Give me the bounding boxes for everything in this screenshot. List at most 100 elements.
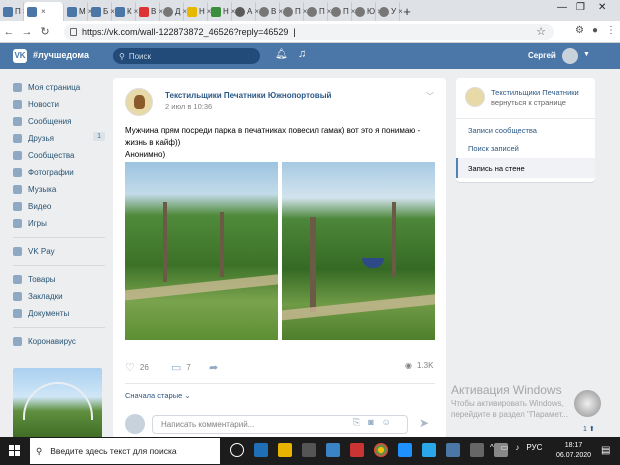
browser-tab[interactable]: А × [232,2,259,21]
app-icon[interactable] [398,443,412,457]
group-avatar[interactable] [465,87,485,107]
sidebar-item[interactable]: Моя страница [13,79,105,96]
telegram-icon[interactable] [422,443,436,457]
group-name-link[interactable]: Текстильщики Печатники [491,88,591,98]
windows-start-icon[interactable] [9,445,21,457]
browser-tab[interactable]: П× [0,2,27,21]
notifications-icon[interactable]: ▤ [601,445,610,456]
vk-icon[interactable] [446,443,460,457]
user-name[interactable]: Сергей [528,51,556,60]
tab-label: П [295,7,301,16]
sidebar-item[interactable]: Закладки [13,288,105,305]
menu-icon[interactable]: ⋮ [606,25,616,36]
browser-tab[interactable]: Н × [184,2,211,21]
file-explorer-icon[interactable] [278,443,292,457]
user-avatar[interactable] [562,48,578,64]
sidebar-item[interactable]: Сообщества [13,147,105,164]
close-window-icon[interactable]: ✕ [598,2,606,13]
comment-sort-dropdown[interactable]: Сначала старые ⌄ [125,391,191,400]
extension-icon[interactable]: ⚙ [575,25,584,36]
taskbar-search-input[interactable]: ⚲ Введите здесь текст для поиска [30,438,220,464]
sidebar-item[interactable]: Товары [13,271,105,288]
hashtag-link[interactable]: #лучшедома [33,50,89,60]
post-author[interactable]: Текстильщики Печатники Южнопортовый [165,91,331,100]
chrome-icon[interactable] [374,443,388,457]
browser-tab[interactable]: В × [256,2,283,21]
app-icon[interactable] [350,443,364,457]
forward-icon[interactable]: → [18,26,36,38]
browser-tab[interactable]: П× [280,2,307,21]
volume-icon[interactable]: ♪ [515,443,519,452]
search-input[interactable]: ⚲ Поиск [113,48,260,64]
vk-logo-icon[interactable]: VK [13,49,27,63]
notifications-bell-icon[interactable]: 🔔︎ [275,49,288,60]
maximize-icon[interactable]: ❐ [576,2,585,13]
wall-post: Текстильщики Печатники Южнопортовый 2 ию… [113,78,446,440]
floating-chat-avatar[interactable] [574,390,601,417]
user-avatar [125,414,145,434]
back-icon[interactable]: ← [0,26,18,38]
browser-tab[interactable]: Н × [208,2,235,21]
sidebar-item[interactable]: Сообщения [13,113,105,130]
sidebar-item[interactable]: Фотографии [13,164,105,181]
bookmarks-icon [13,292,22,301]
ad-image[interactable] [13,368,102,440]
sidebar-item[interactable]: Друзья 1 [13,130,105,147]
nav-item-community-posts[interactable]: Записи сообщества [468,126,537,135]
park-path [125,272,278,302]
browser-tab[interactable]: В × [136,2,163,21]
park-path [282,292,435,322]
attach-icon[interactable]: ⎘ [353,417,360,428]
sidebar-item[interactable]: VK Pay [13,243,105,260]
app-icon[interactable] [470,443,484,457]
post-menu-chevron-icon[interactable]: ﹀ [426,91,434,102]
browser-tab[interactable]: Ю× [352,2,382,21]
browser-tab[interactable]: К × [112,2,138,21]
browser-tab[interactable]: Б × [88,2,115,21]
new-tab-button[interactable]: + [400,2,414,21]
tray-chevron-icon[interactable]: ^ [490,443,494,452]
group-avatar[interactable] [125,88,153,116]
edge-icon[interactable] [254,443,268,457]
bookmark-star-icon[interactable]: ☆ [536,25,546,38]
sidebar-item[interactable]: Коронавирус [13,333,105,350]
nav-item-wall-post[interactable]: Запись на стене [456,158,595,178]
nav-item-search-posts[interactable]: Поиск записей [468,144,519,153]
mail-icon[interactable] [326,443,340,457]
profile-icon[interactable]: ● [592,25,598,36]
post-photo-2[interactable] [282,162,435,340]
emoji-icon[interactable]: ☺ [382,417,391,428]
like-button[interactable]: ♡ 26 [125,361,149,374]
task-view-icon[interactable] [230,443,244,457]
clock[interactable]: 18:17 06.07.2020 [556,441,591,461]
chevron-down-icon[interactable]: ▼ [583,51,590,58]
back-to-page-link[interactable]: вернуться к странице [491,98,566,107]
sidebar-item[interactable]: Игры [13,215,105,232]
browser-tab[interactable]: × [24,2,64,21]
tab-close-icon[interactable]: × [41,7,46,16]
store-icon[interactable] [302,443,316,457]
language-indicator[interactable]: РУС [526,443,542,452]
network-icon[interactable]: ▭ [501,443,509,452]
share-button[interactable]: ➦ [209,361,218,374]
reload-icon[interactable]: ↻ [36,25,54,38]
browser-tab[interactable]: У × [376,2,403,21]
sidebar-item[interactable]: Видео [13,198,105,215]
music-icon[interactable]: ♫ [298,48,306,60]
sidebar-item-label: Музыка [28,185,57,194]
url-input[interactable]: https://vk.com/wall-122873872_46526?repl… [64,24,554,40]
sidebar-item-label: Документы [28,309,70,318]
browser-tab[interactable]: П× [304,2,331,21]
camera-icon[interactable]: ◙ [368,417,373,428]
minimize-icon[interactable]: — [557,2,567,13]
sidebar-item[interactable]: Музыка [13,181,105,198]
post-photo-1[interactable] [125,162,278,340]
post-date[interactable]: 2 июл в 10:36 [165,102,212,111]
sidebar-item[interactable]: Новости [13,96,105,113]
comment-button[interactable]: ▭ 7 [171,361,191,374]
browser-tab[interactable]: М × [64,2,92,21]
sidebar-item[interactable]: Документы [13,305,105,322]
browser-tab[interactable]: П× [328,2,355,21]
send-icon[interactable]: ➤ [419,416,429,430]
browser-tab[interactable]: Д × [160,2,187,21]
